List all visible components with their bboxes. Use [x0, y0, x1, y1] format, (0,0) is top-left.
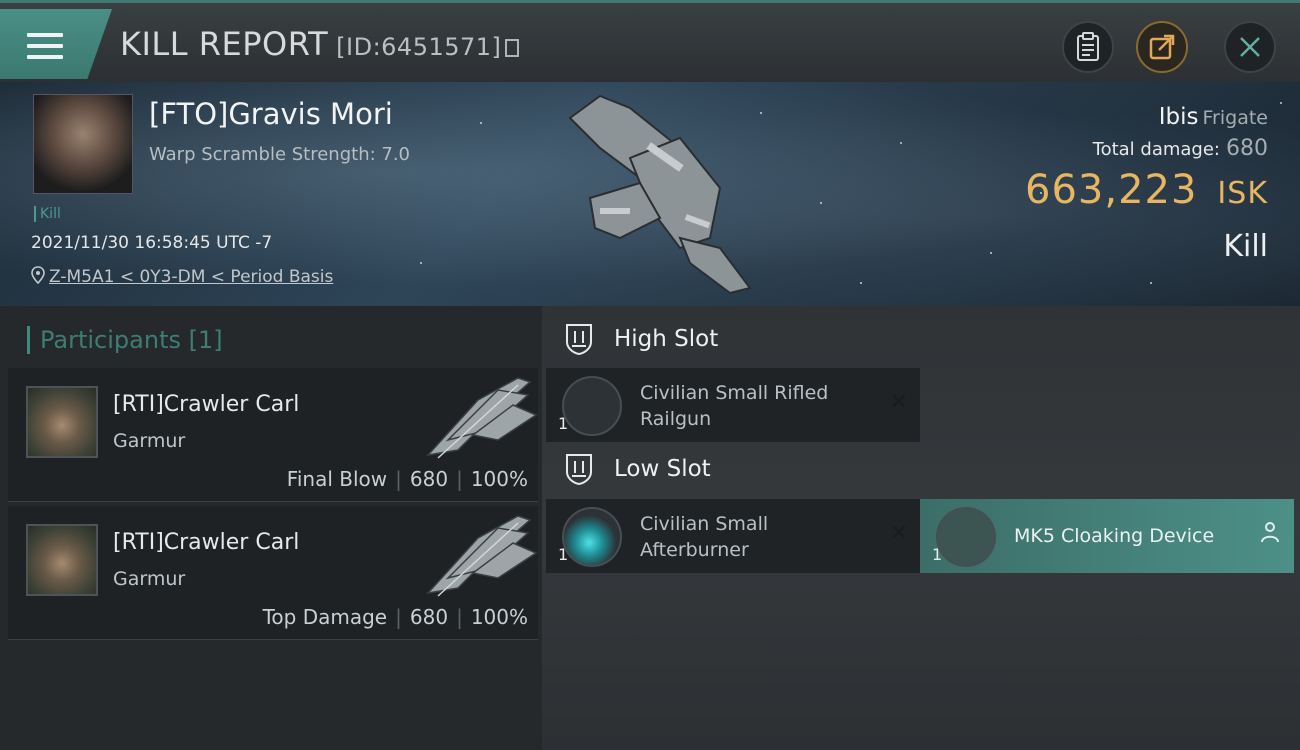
participant-percent: 100%	[470, 467, 528, 491]
module-qty: 1	[558, 545, 569, 564]
participant-avatar[interactable]	[26, 386, 98, 458]
loss-summary: Ibis Frigate Total damage: 680 663,223 ISK …	[1025, 104, 1268, 264]
page-title: KILL REPORT [ID:6451571]	[120, 25, 520, 63]
participant-ship-image[interactable]	[418, 370, 538, 462]
total-damage-label: Total damage:	[1092, 139, 1220, 160]
module-name: MK5 Cloaking Device	[1014, 525, 1215, 547]
total-damage-value: 680	[1226, 136, 1268, 161]
top-bar: KILL REPORT [ID:6451571]	[0, 0, 1300, 82]
warp-scramble-strength: Warp Scramble Strength: 7.0	[149, 144, 411, 165]
menu-icon	[27, 33, 63, 59]
location-link[interactable]: Z-M5A1 < 0Y3-DM < Period Basis	[49, 267, 333, 287]
participants-title[interactable]: Participants [1]	[27, 326, 223, 354]
title-text: KILL REPORT	[120, 25, 329, 63]
module-afterburner[interactable]: 1 Civilian Small Afterburner ✕	[546, 499, 920, 573]
module-qty: 1	[558, 414, 569, 433]
kill-type: Kill	[1223, 229, 1268, 264]
share-icon	[1149, 34, 1175, 60]
participant-name[interactable]: [RTI]Crawler Carl	[113, 392, 299, 417]
participant-role: Top Damage	[262, 605, 388, 629]
menu-button[interactable]	[0, 9, 112, 79]
participant-ship-image[interactable]	[418, 508, 538, 600]
destroyed-x-icon: ✕	[889, 521, 908, 546]
clipboard-button[interactable]	[1062, 21, 1114, 73]
slot-icon	[566, 324, 592, 356]
low-slot-label: Low Slot	[614, 456, 711, 482]
participants-panel: Participants [1] [RTI]Crawler Carl Garmu…	[0, 306, 542, 750]
victim-ship-name[interactable]: Ibis	[1159, 104, 1199, 130]
isk-value: 663,223 ISK	[1025, 167, 1268, 213]
module-railgun[interactable]: 1 Civilian Small Rifled Railgun ✕	[546, 368, 920, 442]
total-damage: Total damage: 680	[1025, 136, 1268, 161]
participant-role: Final Blow	[286, 467, 388, 491]
cloaking-device-icon	[936, 507, 996, 567]
participant-row[interactable]: [RTI]Crawler Carl Garmur Final Blow | 680 |…	[8, 368, 538, 502]
victim-panel: [FTO]Gravis Mori Warp Scramble Strength:…	[0, 82, 1300, 306]
close-button[interactable]	[1224, 21, 1276, 73]
copy-icon[interactable]	[505, 39, 520, 57]
participant-damage: 680	[409, 467, 449, 491]
afterburner-icon	[562, 507, 622, 567]
isk-amount: 663,223	[1025, 167, 1198, 213]
victim-ship-image[interactable]	[560, 88, 770, 298]
railgun-icon	[562, 376, 622, 436]
participant-stats: Top Damage | 680 | 100%	[262, 605, 528, 629]
clipboard-icon	[1077, 32, 1099, 61]
close-icon	[1240, 37, 1260, 57]
module-name: Civilian Small Rifled Railgun	[640, 382, 829, 430]
kill-datetime: 2021/11/30 16:58:45 UTC -7	[31, 233, 273, 253]
participant-stats: Final Blow | 680 | 100%	[286, 467, 528, 491]
low-slot-header: Low Slot	[562, 452, 711, 486]
module-qty: 1	[932, 545, 943, 564]
victim-name[interactable]: [FTO]Gravis Mori	[149, 97, 393, 131]
participant-ship: Garmur	[113, 430, 186, 452]
kill-tag: Kill	[34, 206, 61, 222]
isk-unit: ISK	[1217, 176, 1268, 211]
fitting-panel: High Slot 1 Civilian Small Rifled Railgu…	[542, 306, 1300, 750]
high-slot-header: High Slot	[562, 322, 718, 356]
kill-location[interactable]: Z-M5A1 < 0Y3-DM < Period Basis	[31, 266, 333, 287]
victim-avatar[interactable]	[33, 94, 133, 194]
participant-damage: 680	[409, 605, 449, 629]
location-pin-icon	[31, 266, 45, 284]
slot-icon	[566, 454, 592, 486]
high-slot-label: High Slot	[614, 326, 719, 352]
module-cloaking-device[interactable]: 1 MK5 Cloaking Device	[920, 499, 1294, 573]
module-name: Civilian Small Afterburner	[640, 513, 769, 561]
participant-row[interactable]: [RTI]Crawler Carl Garmur Top Damage | 680 |…	[8, 506, 538, 640]
participant-avatar[interactable]	[26, 524, 98, 596]
person-icon	[1261, 522, 1279, 543]
share-button[interactable]	[1136, 21, 1188, 73]
victim-ship-class: Frigate	[1202, 107, 1268, 129]
report-id: [ID:6451571]	[336, 33, 502, 61]
destroyed-x-icon: ✕	[889, 390, 908, 415]
participant-name[interactable]: [RTI]Crawler Carl	[113, 530, 299, 555]
participant-percent: 100%	[470, 605, 528, 629]
participant-ship: Garmur	[113, 568, 186, 590]
